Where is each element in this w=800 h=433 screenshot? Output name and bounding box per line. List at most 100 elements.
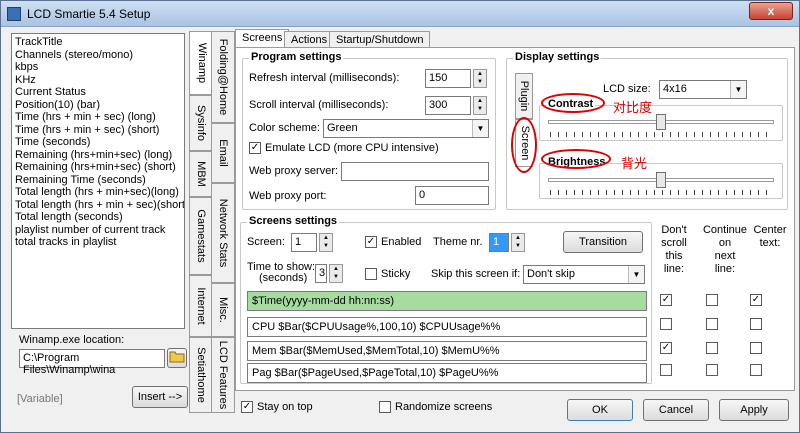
- screen-number-label: Screen:: [247, 236, 285, 248]
- dont-scroll-checkbox-1[interactable]: ✓: [660, 294, 672, 306]
- vtab-email[interactable]: Email: [211, 123, 235, 183]
- variable-list-item[interactable]: Time (seconds): [15, 136, 181, 149]
- tab-screens[interactable]: Screens: [235, 29, 290, 49]
- dont-scroll-checkbox-2[interactable]: [660, 318, 672, 330]
- title-bar[interactable]: LCD Smartie 5.4 Setup x: [1, 1, 799, 27]
- time-to-show-unit: (seconds): [259, 272, 308, 284]
- vtab-network-stats[interactable]: Network Stats: [211, 183, 235, 283]
- theme-number-spinner[interactable]: ▲ ▼: [511, 233, 525, 252]
- center-text-checkbox-3[interactable]: [750, 342, 762, 354]
- program-settings-group: Program settings Refresh interval (milli…: [242, 51, 496, 210]
- center-text-checkbox-4[interactable]: [750, 364, 762, 376]
- refresh-interval-input[interactable]: 150: [425, 69, 471, 88]
- lcd-size-select[interactable]: 4x16 ▼: [659, 80, 747, 99]
- enabled-checkbox[interactable]: ✓: [365, 236, 377, 248]
- scroll-interval-label: Scroll interval (milliseconds):: [249, 99, 389, 111]
- variable-list-item[interactable]: KHz: [15, 74, 181, 87]
- variable-list-item[interactable]: Time (hrs + min + sec) (long): [15, 111, 181, 124]
- scroll-interval-spinner[interactable]: ▲ ▼: [473, 96, 487, 115]
- variable-list-item[interactable]: TrackTitle: [15, 36, 181, 49]
- vtab-gamestats[interactable]: Gamestats: [189, 197, 213, 275]
- emulate-lcd-label: Emulate LCD (more CPU intensive): [265, 142, 439, 154]
- variable-list-item[interactable]: Total length (seconds): [15, 211, 181, 224]
- display-settings-legend: Display settings: [513, 51, 602, 63]
- continue-checkbox-3[interactable]: [706, 342, 718, 354]
- contrast-annotation: 对比度: [613, 100, 653, 115]
- insert-button[interactable]: Insert -->: [132, 386, 188, 408]
- dont-scroll-checkbox-3[interactable]: ✓: [660, 342, 672, 354]
- variable-list-item[interactable]: total tracks in playlist: [15, 236, 181, 249]
- close-button[interactable]: x: [749, 2, 793, 20]
- scroll-interval-input[interactable]: 300: [425, 96, 471, 115]
- screens-settings-group: Screens settings Screen: 1 ▲ ▼ ✓ Enabled …: [240, 215, 652, 384]
- variable-list-item[interactable]: Remaining Time (seconds): [15, 174, 181, 187]
- variable-list[interactable]: TrackTitle Channels (stereo/mono) kbps KHz C…: [11, 33, 185, 329]
- vtab-mbm[interactable]: MBM: [189, 151, 213, 197]
- exe-location-input[interactable]: C:\Program Files\Winamp\wina: [19, 349, 165, 376]
- vtab-setiathome[interactable]: Setiathome: [189, 337, 213, 413]
- proxy-server-input[interactable]: [341, 162, 489, 181]
- emulate-lcd-checkbox[interactable]: ✓: [249, 142, 261, 154]
- contrast-ticks: [550, 132, 774, 137]
- transition-button[interactable]: Transition: [563, 231, 643, 253]
- display-settings-group: Display settings Plugin Screen LCD size:…: [506, 51, 788, 210]
- exe-location-label: Winamp.exe location:: [19, 334, 125, 346]
- brightness-slider[interactable]: [656, 172, 666, 188]
- color-scheme-label: Color scheme:: [249, 122, 320, 134]
- screen-line-2[interactable]: CPU $Bar($CPUUsage%,100,10) $CPUUsage%%: [247, 317, 647, 337]
- continue-checkbox-2[interactable]: [706, 318, 718, 330]
- screen-number-spinner[interactable]: ▲ ▼: [319, 233, 333, 252]
- setup-window: LCD Smartie 5.4 Setup x TrackTitle Channe…: [0, 0, 800, 433]
- stay-on-top-label: Stay on top: [257, 401, 313, 413]
- continue-checkbox-4[interactable]: [706, 364, 718, 376]
- browse-folder-button[interactable]: [167, 348, 187, 368]
- time-to-show-spinner[interactable]: ▲ ▼: [329, 264, 343, 283]
- color-scheme-select[interactable]: Green ▼: [323, 119, 489, 138]
- variable-list-item[interactable]: Total length (hrs + min+sec)(long): [15, 186, 181, 199]
- variable-list-item[interactable]: Position(10) (bar): [15, 99, 181, 112]
- dont-scroll-checkbox-4[interactable]: [660, 364, 672, 376]
- vtab-winamp[interactable]: Winamp: [189, 31, 213, 95]
- brightness-highlight-ring: [541, 149, 611, 169]
- skip-if-select[interactable]: Don't skip ▼: [523, 265, 645, 284]
- screen-line-3[interactable]: Mem $Bar($MemUsed,$MemTotal,10) $MemU%%: [247, 341, 647, 361]
- ok-button[interactable]: OK: [567, 399, 633, 421]
- vtab-plugin[interactable]: Plugin: [515, 73, 533, 119]
- stay-on-top-checkbox[interactable]: ✓: [241, 401, 253, 413]
- lcd-size-label: LCD size:: [603, 83, 651, 95]
- variable-list-item[interactable]: playlist number of current track: [15, 224, 181, 237]
- refresh-interval-spinner[interactable]: ▲ ▼: [473, 69, 487, 88]
- vtab-misc[interactable]: Misc.: [211, 283, 235, 337]
- contrast-slider[interactable]: [656, 114, 666, 130]
- vtab-internet[interactable]: Internet: [189, 275, 213, 337]
- center-text-checkbox-1[interactable]: ✓: [750, 294, 762, 306]
- variable-list-item[interactable]: Time (hrs + min + sec) (short): [15, 124, 181, 137]
- variable-list-item[interactable]: Total length (hrs + min + sec)(short): [15, 199, 184, 212]
- time-to-show-input[interactable]: 3: [315, 264, 327, 283]
- screen-number-input[interactable]: 1: [291, 233, 317, 252]
- vtab-folding-at-home[interactable]: Folding@Home: [211, 31, 235, 123]
- variable-list-item[interactable]: Current Status: [15, 86, 181, 99]
- vtab-sysinfo[interactable]: Sysinfo: [189, 95, 213, 151]
- cancel-button[interactable]: Cancel: [643, 399, 709, 421]
- enabled-label: Enabled: [381, 236, 422, 248]
- screen-line-1[interactable]: $Time(yyyy-mm-dd hh:nn:ss): [247, 291, 647, 311]
- variable-list-item[interactable]: Remaining (hrs+min+sec) (short): [15, 161, 181, 174]
- variable-list-item[interactable]: kbps: [15, 61, 181, 74]
- program-settings-legend: Program settings: [249, 51, 344, 63]
- screens-panel: Program settings Refresh interval (milli…: [235, 47, 795, 391]
- proxy-port-input[interactable]: 0: [415, 186, 489, 205]
- variable-list-item[interactable]: Remaining (hrs+min+sec) (long): [15, 149, 181, 162]
- center-text-header: Center text:: [753, 224, 787, 249]
- vtab-lcd-features[interactable]: LCD Features: [211, 337, 235, 413]
- theme-number-input[interactable]: 1: [489, 233, 509, 252]
- screen-line-4[interactable]: Pag $Bar($PageUsed,$PageTotal,10) $PageU…: [247, 363, 647, 383]
- apply-button[interactable]: Apply: [719, 399, 789, 421]
- randomize-label: Randomize screens: [395, 401, 493, 413]
- sticky-checkbox[interactable]: [365, 268, 377, 280]
- randomize-checkbox[interactable]: [379, 401, 391, 413]
- center-text-checkbox-2[interactable]: [750, 318, 762, 330]
- contrast-highlight-ring: [541, 93, 605, 113]
- variable-list-item[interactable]: Channels (stereo/mono): [15, 49, 181, 62]
- continue-checkbox-1[interactable]: [706, 294, 718, 306]
